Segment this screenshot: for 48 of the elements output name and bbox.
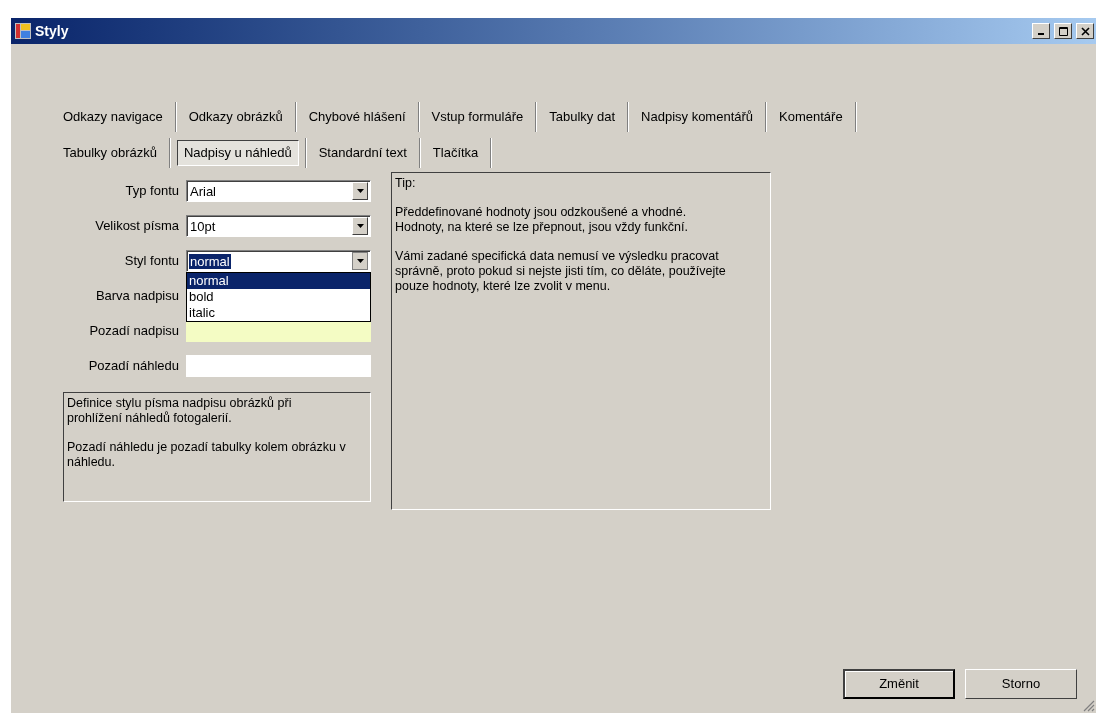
app-icon [15, 23, 31, 39]
field-label: Pozadí nadpisu [88, 322, 179, 341]
font-select[interactable]: 10pt [186, 215, 371, 237]
tab[interactable]: Nadpisy komentářů [629, 104, 766, 130]
description-text: Pozadí náhledu je pozadí tabulky kolem obrázku v náhledu. [67, 440, 347, 470]
caret-down-icon [356, 189, 364, 193]
field-label: Velikost písma [94, 217, 179, 236]
resize-grip-icon [1083, 700, 1095, 712]
font-select[interactable]: normal [186, 250, 371, 272]
caret-down-icon [356, 259, 364, 263]
field-label: Typ fontu [124, 182, 179, 201]
field-label: Styl fontu [123, 252, 179, 271]
tab[interactable]: Komentáře [767, 104, 855, 130]
tip-text: Tip: [395, 176, 417, 191]
color-field[interactable] [186, 320, 371, 342]
select-value: Arial [189, 183, 217, 199]
tab[interactable]: Chybové hlášení [296, 104, 418, 130]
color-field[interactable] [186, 355, 371, 377]
tip-text: Vámi zadané specifická data nemusí ve výsledku pracovat správně, proto pokud si nejste jisti tím, co děláte, používejte pouze hodnoty, které lze zvolit v menu. [395, 249, 727, 294]
dropdown-option[interactable]: normal [187, 273, 370, 289]
close-icon [1080, 26, 1090, 36]
tab[interactable]: Vstup formuláře [419, 104, 536, 130]
dropdown-option[interactable]: bold [187, 289, 370, 305]
dialog-button[interactable]: Změnit [843, 669, 955, 699]
dropdown-arrow-button[interactable] [352, 252, 368, 270]
tab[interactable]: Odkazy navigace [51, 104, 175, 130]
tab[interactable]: Nadpisy u náhledů [176, 140, 299, 166]
field-label: Pozadí náhledu [87, 357, 179, 376]
maximize-icon [1058, 26, 1068, 36]
tip-text: Předdefinované hodnoty jsou odzkoušené a vhodné. Hodnoty, na které se lze přepnout, jsou vždy funkční. [395, 205, 689, 235]
tab[interactable]: Odkazy obrázků [176, 104, 295, 130]
dropdown-option[interactable]: italic [187, 305, 370, 321]
tab[interactable]: Tabulky dat [537, 104, 628, 130]
caret-down-icon [356, 224, 364, 228]
field-label: Barva nadpisu [94, 287, 179, 306]
window-title: Styly [35, 21, 69, 41]
tab[interactable]: Standardní text [306, 140, 419, 166]
select-value: 10pt [189, 218, 217, 234]
minimize-icon [1038, 33, 1044, 35]
tab[interactable]: Tlačítka [420, 140, 491, 166]
font-select[interactable]: Arial [186, 180, 371, 202]
close-button[interactable] [1076, 23, 1094, 39]
select-value: normal [189, 253, 231, 269]
tab[interactable]: Tabulky obrázků [51, 140, 169, 166]
minimize-button[interactable] [1032, 23, 1050, 39]
description-text: Definice stylu písma nadpisu obrázků při prohlížení náhledů fotogalerií. [67, 396, 293, 426]
dialog-button[interactable]: Storno [965, 669, 1077, 699]
maximize-button[interactable] [1054, 23, 1072, 39]
